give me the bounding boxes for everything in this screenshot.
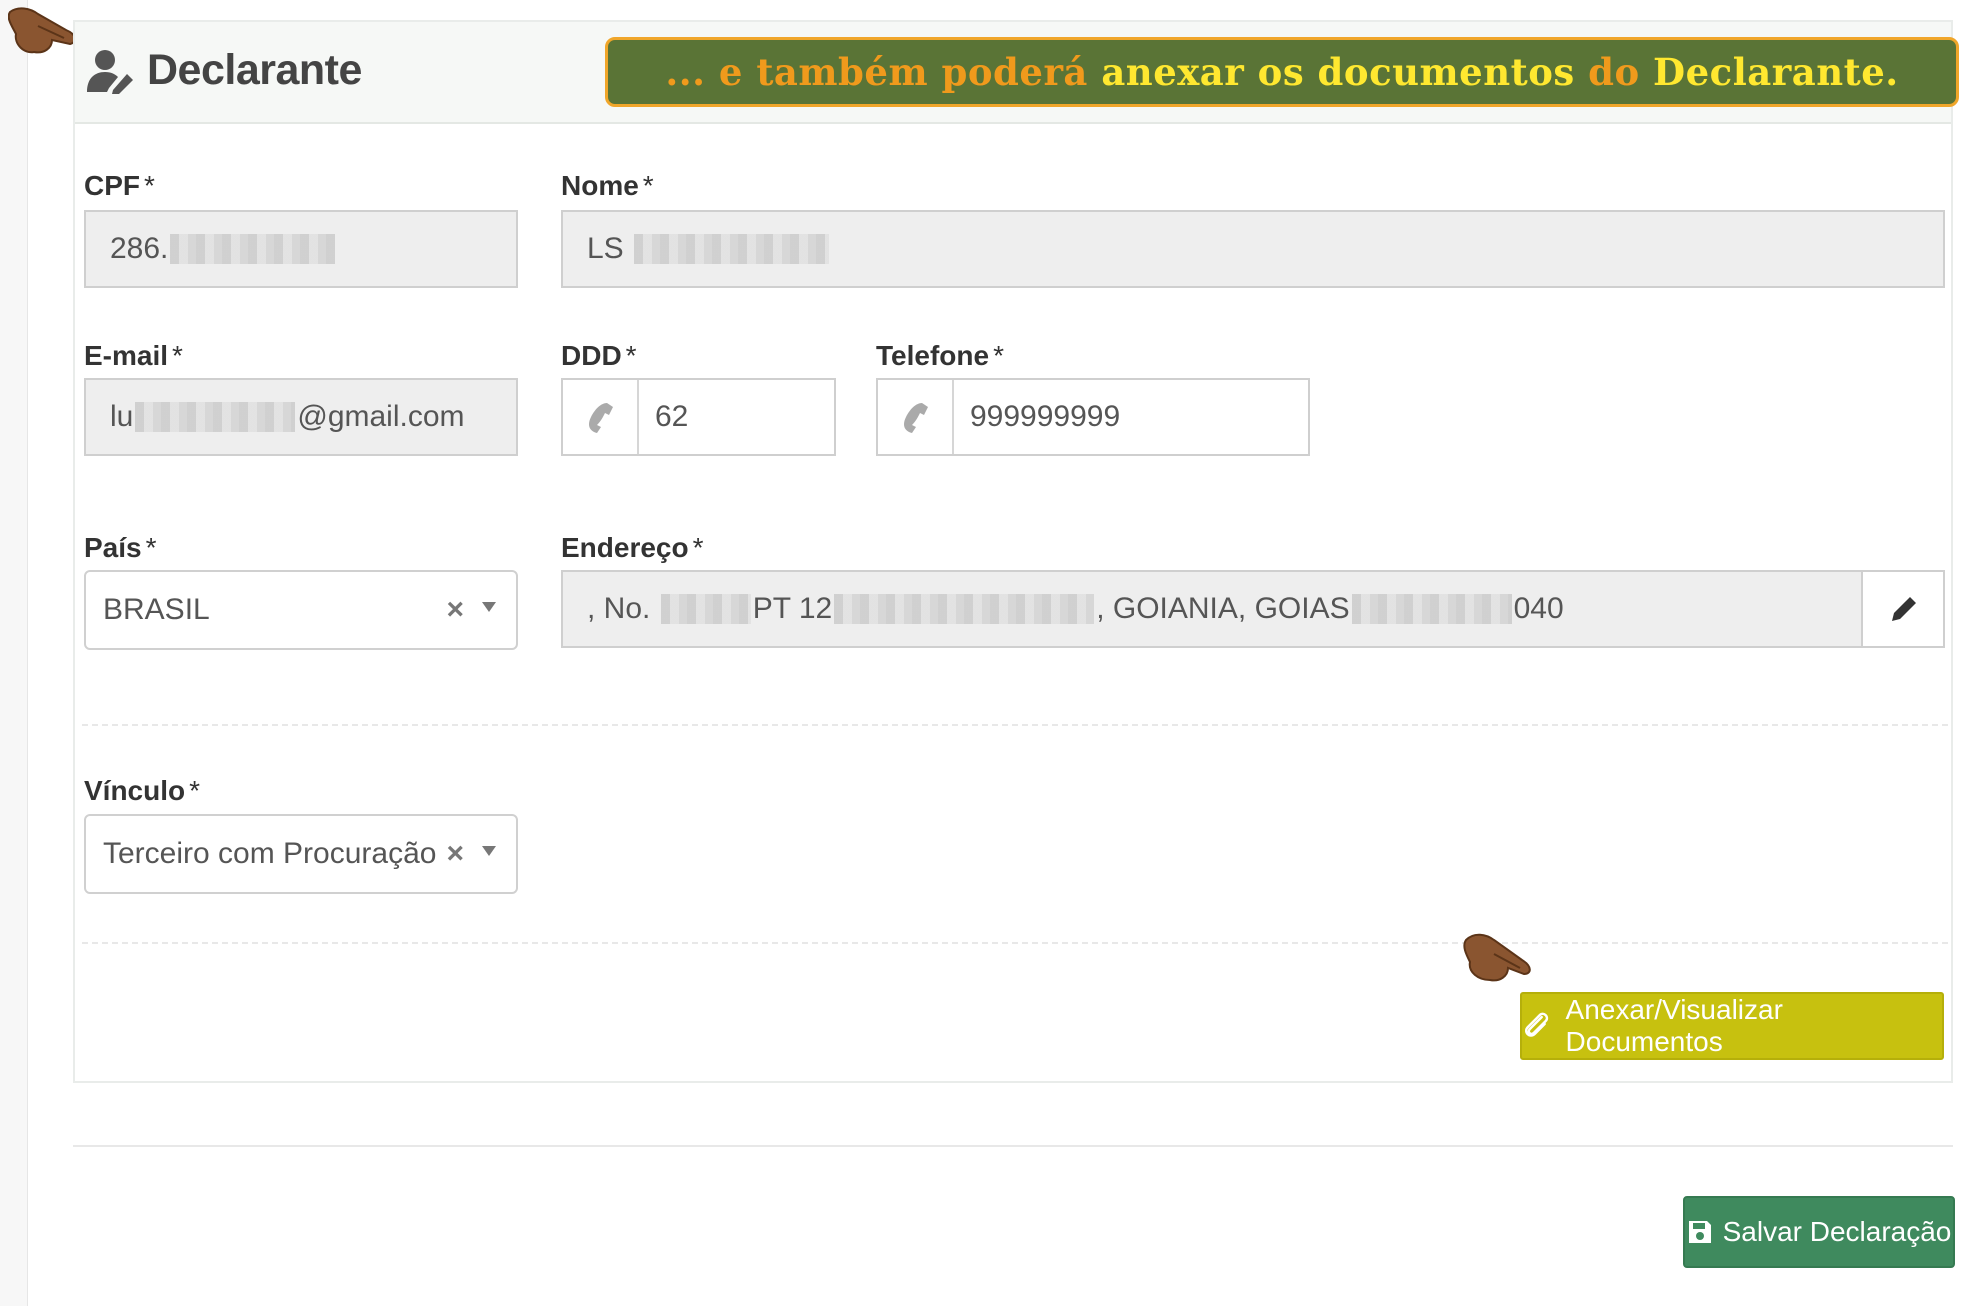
divider <box>82 942 1948 944</box>
required-mark: * <box>189 775 201 806</box>
panel-title: Declarante <box>147 46 362 94</box>
required-mark: * <box>642 170 654 201</box>
redacted-text <box>634 234 830 264</box>
required-mark: * <box>144 170 155 201</box>
phone-icon <box>904 403 928 433</box>
cpf-value: 286. <box>110 232 169 265</box>
declarante-panel: Declarante <box>73 20 1953 1083</box>
nome-label: Nome * <box>561 170 654 202</box>
callout-text-3: do <box>1588 50 1640 94</box>
telefone-value: 999999999 <box>970 400 1121 433</box>
required-mark: * <box>625 340 637 371</box>
vinculo-value: Terceiro com Procuração <box>103 837 437 870</box>
pointing-hand-icon <box>8 7 76 54</box>
endereco-label: Endereço * <box>561 532 704 564</box>
endereco-value-1: , No. <box>587 592 651 625</box>
telefone-addon <box>878 380 954 454</box>
endereco-label-text: Endereço <box>561 532 689 563</box>
paperclip-icon <box>1525 1012 1549 1037</box>
vinculo-select[interactable]: Terceiro com Procuração × <box>84 814 518 894</box>
telefone-field[interactable]: 999999999 <box>876 378 1310 456</box>
save-declaration-button[interactable]: Salvar Declaração <box>1683 1196 1955 1268</box>
endereco-value-2: PT 12 <box>752 592 833 625</box>
caret-down-icon[interactable] <box>482 602 496 612</box>
cpf-label: CPF * <box>84 170 155 202</box>
floppy-disk-icon <box>1688 1221 1711 1243</box>
telefone-label-text: Telefone <box>876 340 990 371</box>
redacted-text <box>1351 594 1512 624</box>
ddd-field[interactable]: 62 <box>561 378 836 456</box>
redacted-text <box>135 402 296 432</box>
callout-text-2: anexar os documentos <box>1101 50 1575 94</box>
required-mark: * <box>993 340 1004 371</box>
pencil-icon <box>1892 597 1916 621</box>
vinculo-label-text: Vínculo <box>84 775 186 806</box>
phone-icon <box>589 403 613 433</box>
clear-icon[interactable]: × <box>446 837 464 871</box>
tutorial-callout: ... e também poderá anexar os documentos… <box>605 37 1959 107</box>
nome-value: LS <box>587 232 624 265</box>
edit-address-button[interactable] <box>1861 572 1943 646</box>
ddd-label-text: DDD <box>561 340 622 371</box>
left-rail <box>0 0 28 1306</box>
ddd-label: DDD * <box>561 340 637 372</box>
vinculo-label: Vínculo * <box>84 775 200 807</box>
endereco-field[interactable]: , No. PT 12 , GOIANIA, GOIAS 040 <box>561 570 1945 648</box>
email-value-suffix: @gmail.com <box>297 400 465 433</box>
endereco-value-3: , GOIANIA, GOIAS <box>1096 592 1350 625</box>
save-button-label: Salvar Declaração <box>1722 1216 1952 1247</box>
required-mark: * <box>145 532 157 563</box>
nome-field[interactable]: LS <box>561 210 1945 288</box>
pais-value: BRASIL <box>103 593 210 626</box>
caret-down-icon[interactable] <box>482 846 496 856</box>
callout-text-4: Declarante. <box>1653 50 1899 94</box>
attach-button-label: Anexar/Visualizar Documentos <box>1565 994 1783 1057</box>
pais-select[interactable]: BRASIL × <box>84 570 518 650</box>
cpf-label-text: CPF <box>84 170 140 201</box>
email-field[interactable]: lu @gmail.com <box>84 378 518 456</box>
required-mark: * <box>172 340 183 371</box>
user-edit-icon <box>87 50 133 94</box>
clear-icon[interactable]: × <box>446 593 464 627</box>
endereco-value-4: 040 <box>1513 592 1564 625</box>
redacted-text <box>834 594 1095 624</box>
redacted-text <box>170 234 336 264</box>
cpf-field[interactable]: 286. <box>84 210 518 288</box>
ddd-value: 62 <box>655 400 689 433</box>
pais-label: País * <box>84 532 157 564</box>
nome-label-text: Nome <box>561 170 639 201</box>
email-value-prefix: lu <box>110 400 134 433</box>
pais-label-text: País <box>84 532 142 563</box>
divider <box>82 724 1948 726</box>
required-mark: * <box>692 532 704 563</box>
attach-documents-button[interactable]: Anexar/Visualizar Documentos <box>1520 992 1944 1060</box>
ddd-addon <box>563 380 639 454</box>
callout-text-1: ... e também poderá <box>665 50 1088 94</box>
pointing-hand-icon <box>1463 933 1531 982</box>
email-label: E-mail * <box>84 340 183 372</box>
form-footer-divider <box>73 1145 1953 1147</box>
email-label-text: E-mail <box>84 340 169 371</box>
telefone-label: Telefone * <box>876 340 1004 372</box>
redacted-text <box>660 594 751 624</box>
